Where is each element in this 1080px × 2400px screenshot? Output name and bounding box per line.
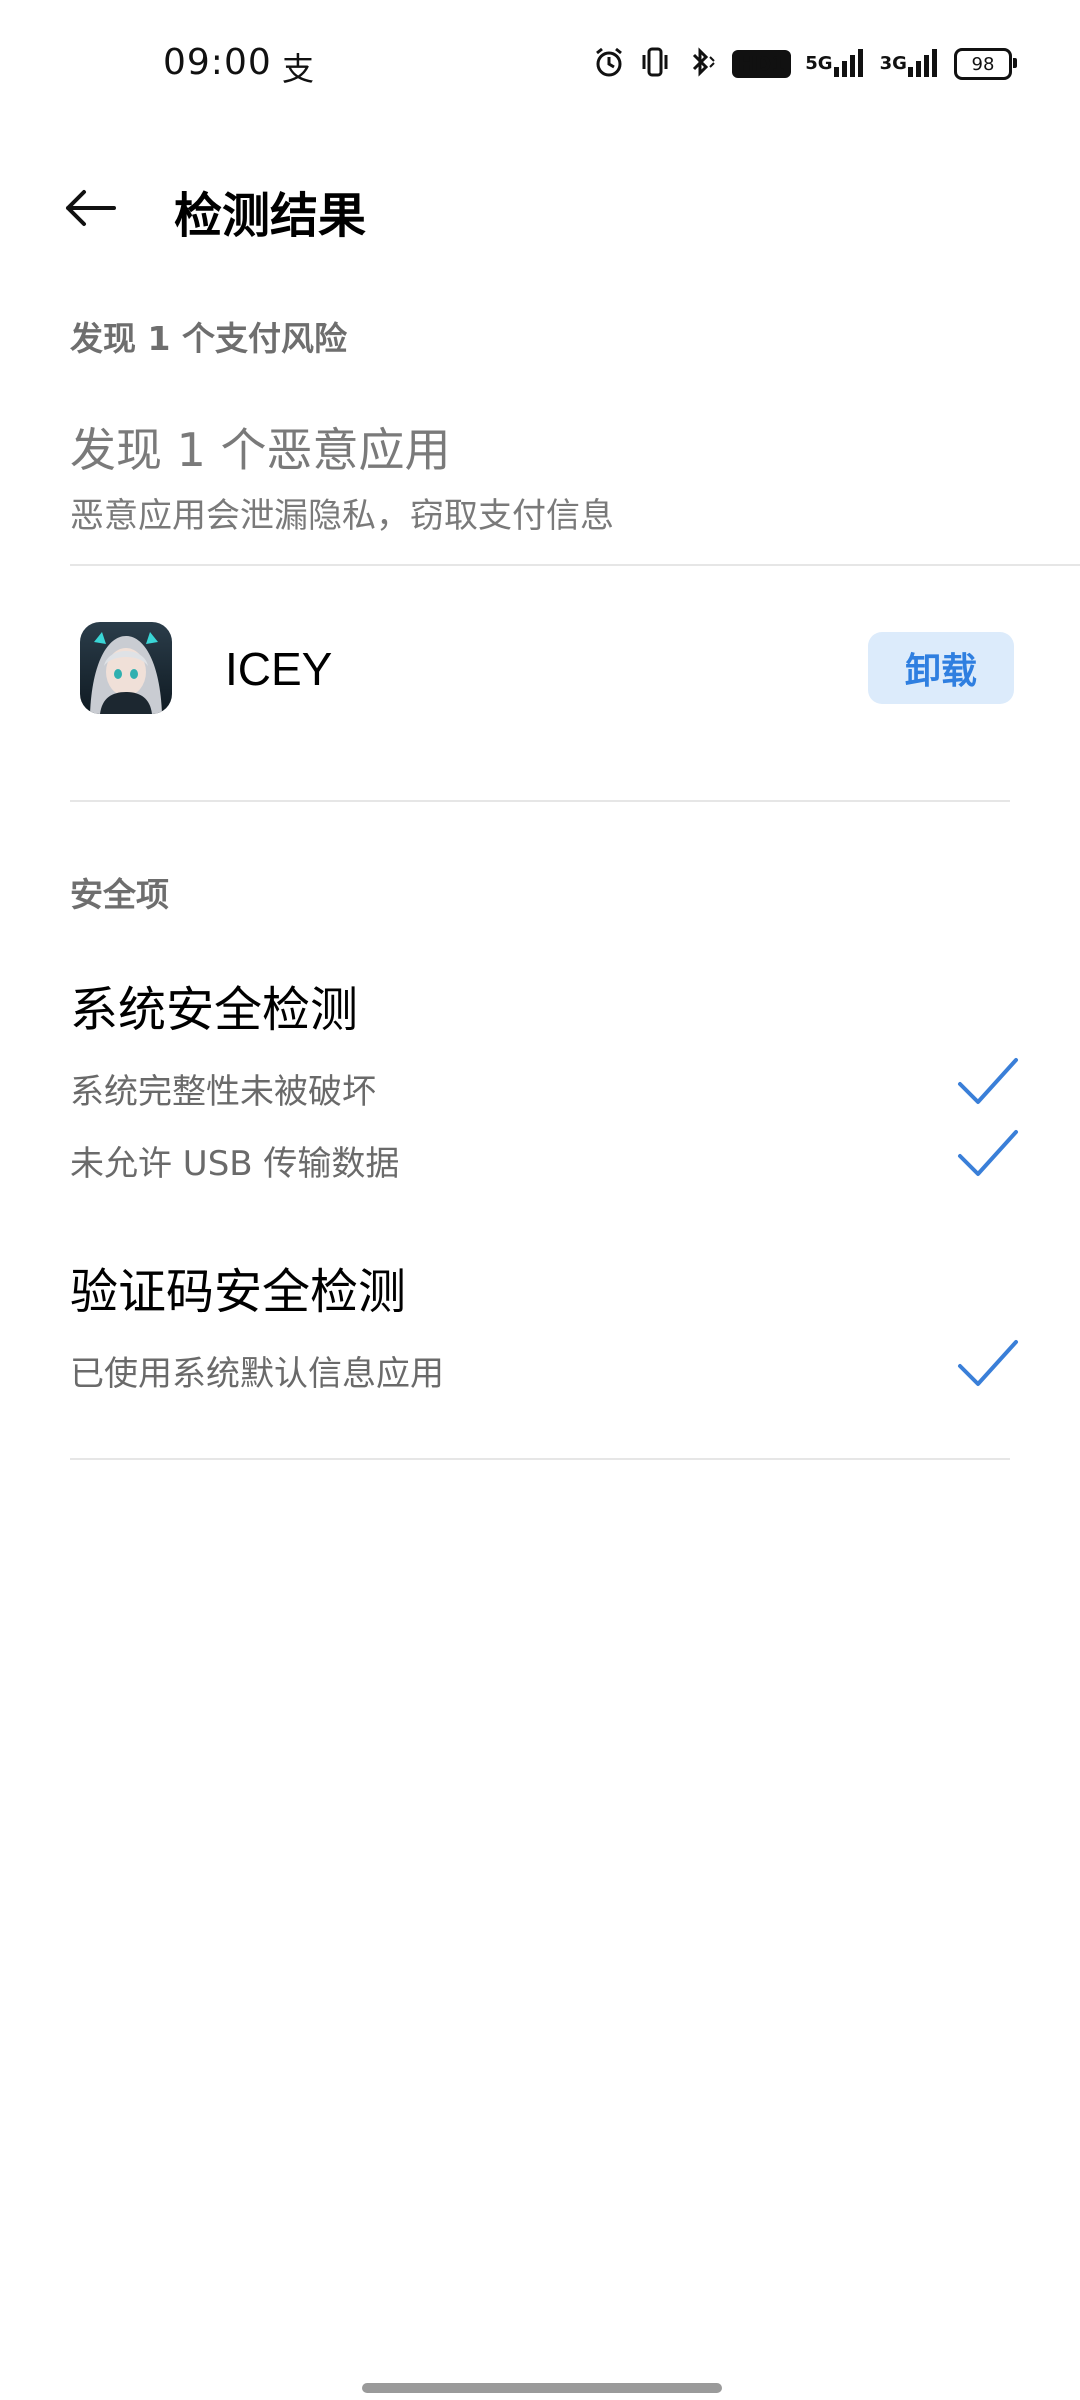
back-arrow-icon[interactable] — [60, 178, 120, 238]
status-bar: 09:00 支 HD1 5G 3G 98 — [0, 0, 1080, 130]
check-icon — [956, 1338, 1020, 1390]
security-result-screen: 09:00 支 HD1 5G 3G 98 检测结果 发现 1 个支付风险 发现 … — [0, 0, 1080, 2400]
signal-5g-icon: 5G — [805, 45, 865, 84]
home-indicator[interactable] — [362, 2383, 722, 2393]
item-label: 已使用系统默认信息应用 — [70, 1354, 444, 1394]
malicious-app-row: ICEY 卸载 — [0, 600, 1080, 740]
security-section-label: 安全项 — [70, 875, 169, 914]
battery-icon: 98 — [954, 48, 1017, 80]
item-label: 系统完整性未被破坏 — [70, 1072, 376, 1112]
status-time: 09:00 — [163, 42, 272, 83]
page-title: 检测结果 — [174, 188, 367, 244]
vibrate-icon — [640, 45, 670, 83]
check-icon — [956, 1128, 1020, 1180]
divider — [70, 800, 1010, 802]
list-item: 已使用系统默认信息应用 — [70, 1338, 1020, 1398]
network-5g-label: 5G — [805, 52, 833, 74]
payment-risk-section-label: 发现 1 个支付风险 — [70, 319, 347, 358]
bluetooth-icon — [684, 45, 718, 83]
check-icon — [956, 1056, 1020, 1108]
alipay-notification-icon: 支 — [282, 50, 315, 88]
alarm-icon — [592, 45, 626, 83]
divider — [70, 1458, 1010, 1460]
list-item: 系统完整性未被破坏 — [70, 1056, 1020, 1116]
app-name: ICEY — [225, 643, 333, 695]
verification-security-title: 验证码安全检测 — [70, 1264, 407, 1320]
list-item: 未允许 USB 传输数据 — [70, 1128, 1020, 1188]
hd-icon: HD1 — [731, 50, 792, 78]
icey-app-icon — [80, 622, 172, 714]
item-label: 未允许 USB 传输数据 — [70, 1144, 400, 1184]
header: 检测结果 — [0, 160, 1080, 250]
divider — [70, 564, 1080, 566]
system-security-title: 系统安全检测 — [70, 982, 359, 1038]
malicious-app-description: 恶意应用会泄漏隐私，窃取支付信息 — [70, 496, 614, 536]
status-icons: HD1 5G 3G 98 — [592, 44, 1017, 84]
signal-3g-icon: 3G — [880, 45, 940, 84]
malicious-app-title: 发现 1 个恶意应用 — [70, 423, 451, 477]
uninstall-button[interactable]: 卸载 — [868, 632, 1014, 704]
network-3g-label: 3G — [879, 52, 907, 74]
